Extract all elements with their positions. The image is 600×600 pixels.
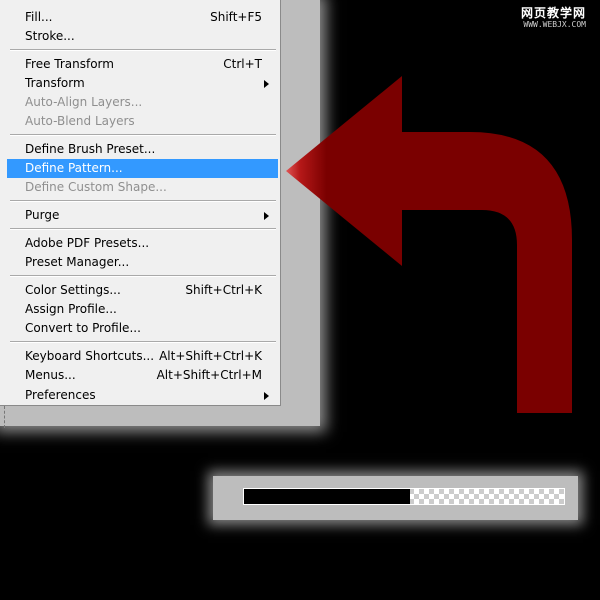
site-watermark: 网页教学网 WWW.WEBJX.COM <box>521 6 586 30</box>
progress-bar <box>243 488 565 505</box>
progress-fill <box>244 489 411 504</box>
screenshot-canvas: Fill... Shift+F5 Stroke... Free Transfor… <box>0 0 600 600</box>
arrow-head <box>286 76 402 266</box>
watermark-url: WWW.WEBJX.COM <box>523 20 586 29</box>
watermark-title: 网页教学网 <box>520 6 586 20</box>
arrow-body <box>400 132 572 413</box>
